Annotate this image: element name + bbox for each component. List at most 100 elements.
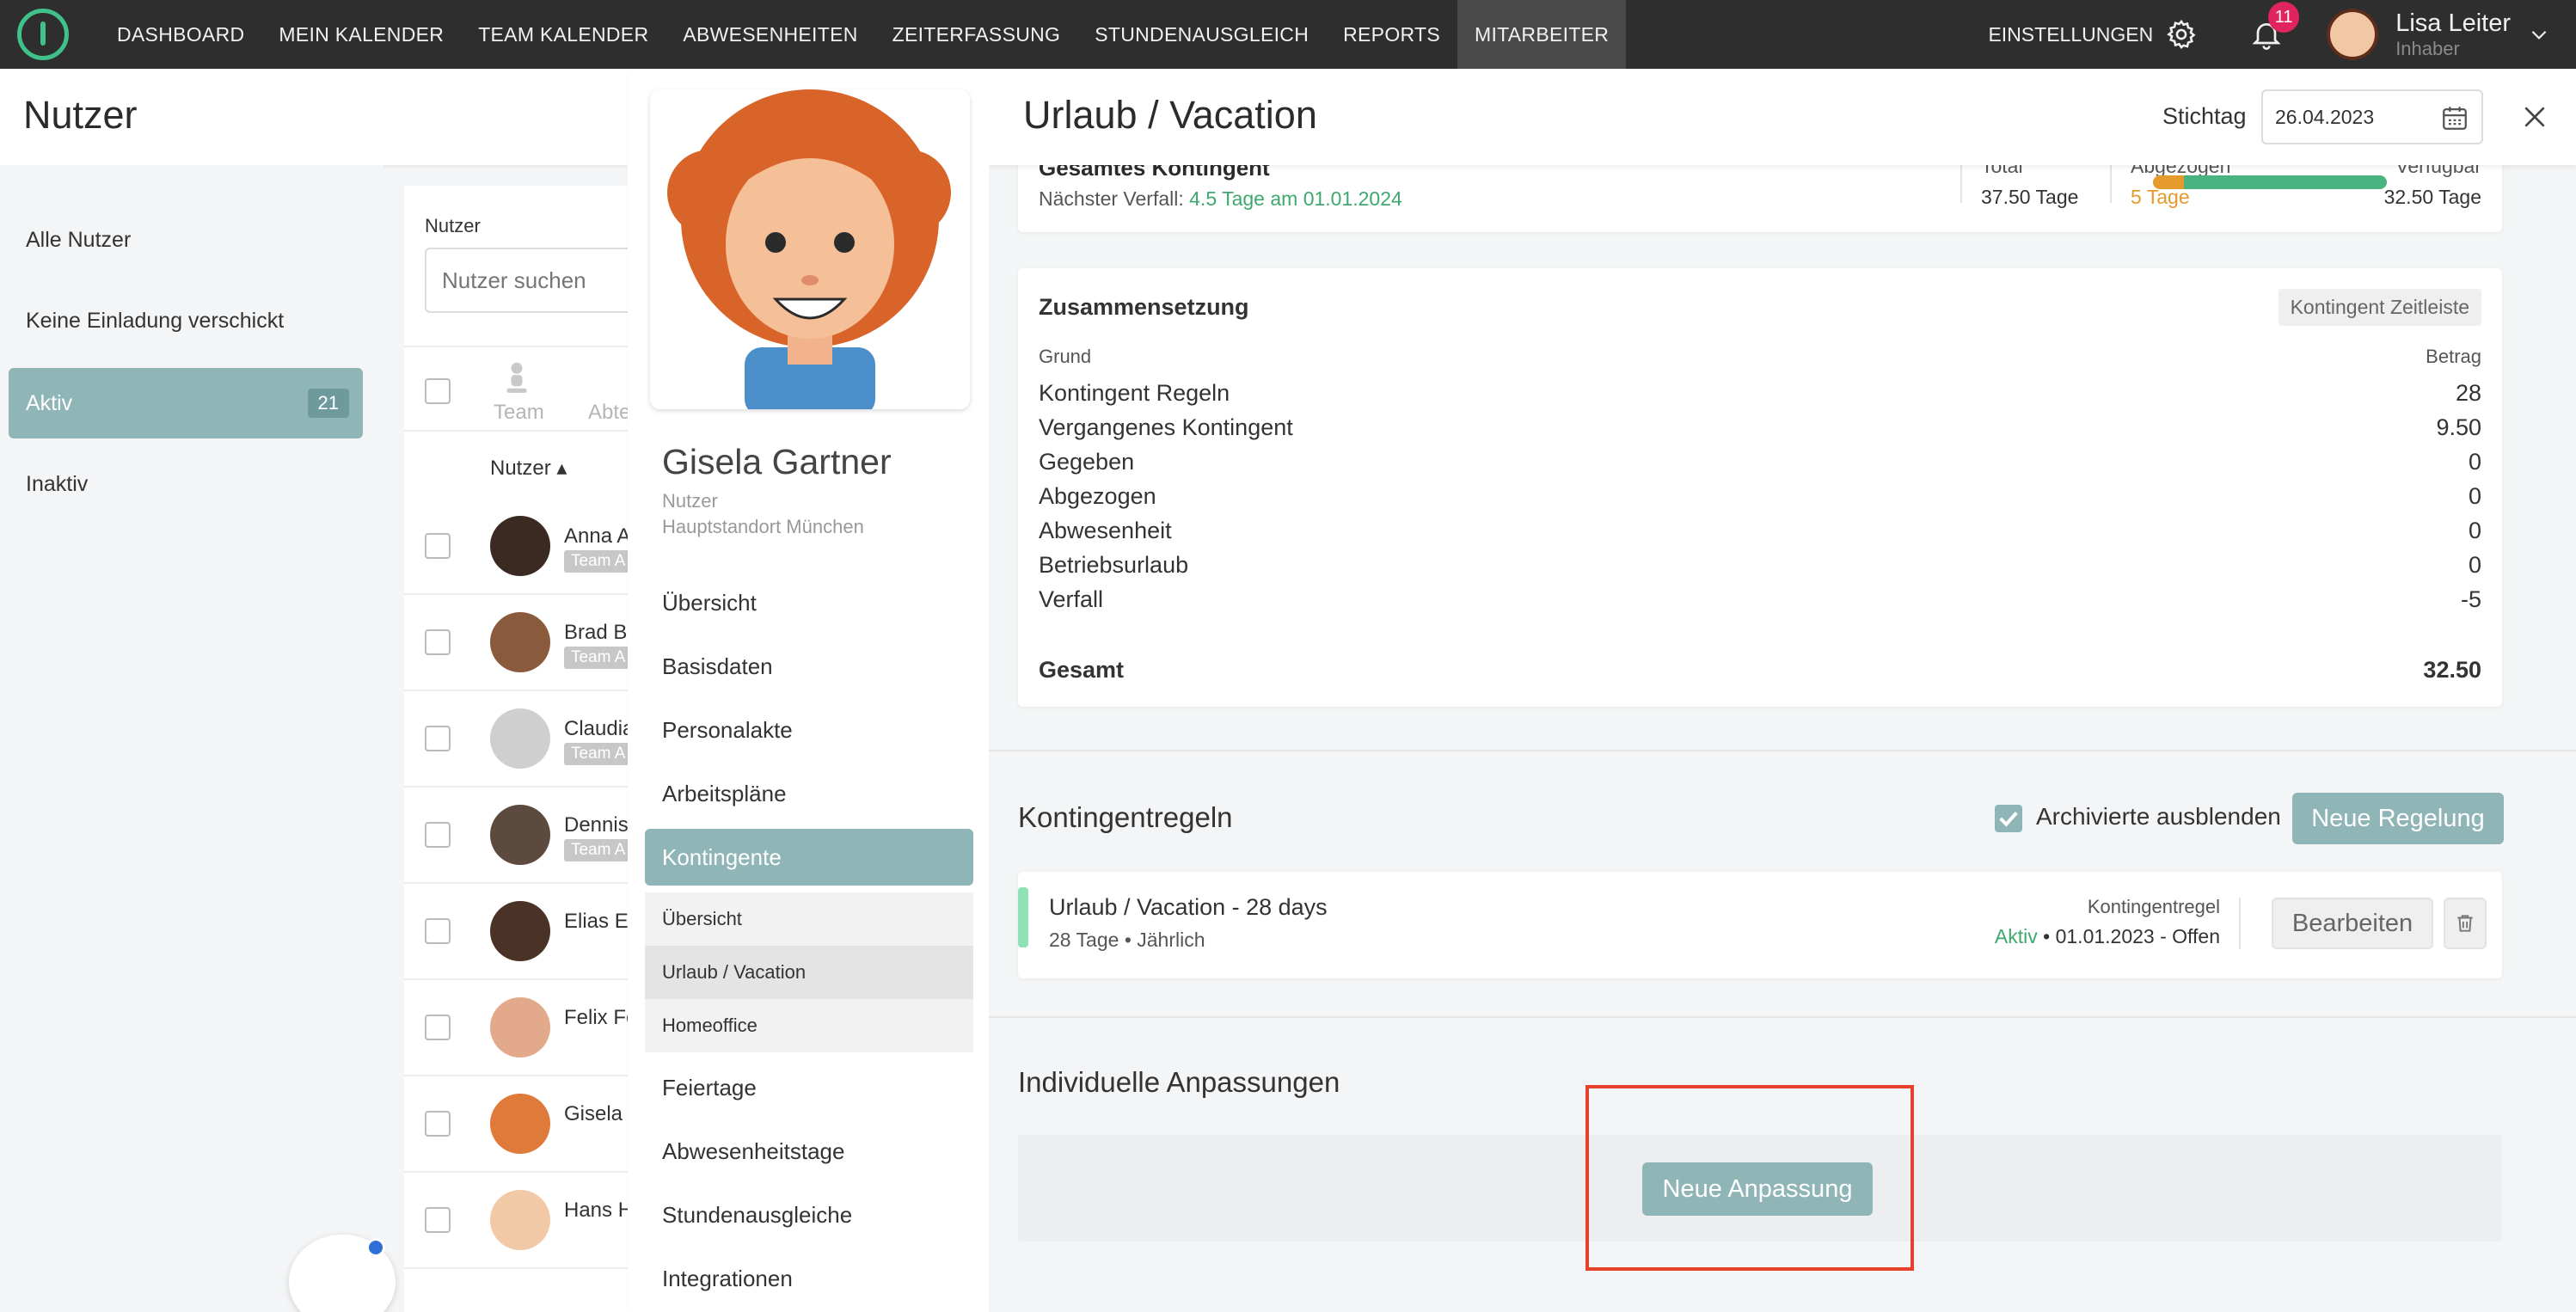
settings-button[interactable]: EINSTELLUNGEN: [1988, 18, 2198, 51]
composition-value: 0: [2468, 483, 2481, 509]
user-name: Elias Er: [564, 910, 635, 933]
adjustments-section-title: Individuelle Anpassungen: [1018, 1066, 1340, 1098]
composition-row: Betriebsurlaub 0: [1039, 552, 2481, 586]
search-input[interactable]: [425, 248, 662, 313]
nav-mitarbeiter[interactable]: MITARBEITER: [1457, 0, 1627, 69]
employee-menu-kontingente[interactable]: Kontingente: [645, 829, 973, 886]
employee-menu-abwesenheitstage[interactable]: Abwesenheitstage: [645, 1123, 973, 1180]
table-row[interactable]: Hans H: [404, 1173, 662, 1269]
filter-row: Team Abte: [404, 346, 662, 432]
notifications-button[interactable]: 11: [2249, 2, 2300, 52]
rule-status-bar: [1018, 887, 1028, 947]
sidebar-item-label: Inaktiv: [26, 471, 89, 496]
table-row[interactable]: Gisela: [404, 1076, 662, 1173]
available-value: 32.50 Tage: [2383, 186, 2481, 208]
composition-label: Vergangenes Kontingent: [1039, 414, 1293, 440]
sidebar-item-inaktiv[interactable]: Inaktiv: [9, 449, 363, 519]
table-row[interactable]: Claudia Team A: [404, 691, 662, 788]
page-title: Nutzer: [23, 93, 138, 137]
nav-mein-kalender[interactable]: MEIN KALENDER: [261, 0, 461, 69]
main-content: Gesamtes Kontingent Nächster Verfall: 4.…: [989, 69, 2576, 1312]
users-header: Nutzer: [0, 69, 628, 165]
composition-value: 28: [2455, 380, 2481, 406]
composition-label: Betriebsurlaub: [1039, 552, 1189, 578]
nav-reports[interactable]: REPORTS: [1326, 0, 1457, 69]
delete-rule-button[interactable]: [2444, 898, 2487, 949]
composition-value: -5: [2460, 586, 2481, 612]
stichtag-value: 26.04.2023: [2275, 105, 2375, 128]
kontingent-progress-bar: [2153, 175, 2387, 189]
rule-title: Urlaub / Vacation - 28 days: [1049, 894, 1328, 920]
composition-total-label: Gesamt: [1039, 657, 1125, 683]
employee-menu-personalakte[interactable]: Personalakte: [645, 702, 973, 758]
table-row[interactable]: Felix Fe: [404, 980, 662, 1076]
row-checkbox[interactable]: [425, 726, 451, 751]
composition-label: Gegeben: [1039, 449, 1135, 475]
nav-zeiterfassung[interactable]: ZEITERFASSUNG: [875, 0, 1078, 69]
employee-menu-uebersicht[interactable]: Übersicht: [645, 574, 973, 631]
section-divider: [989, 750, 2576, 751]
row-checkbox[interactable]: [425, 1111, 451, 1137]
team-badge: Team A: [564, 550, 633, 573]
next-expiry-label: Nächster Verfall:: [1039, 187, 1184, 210]
stichtag-date-input[interactable]: 26.04.2023: [2261, 89, 2483, 144]
employee-menu-basisdaten[interactable]: Basisdaten: [645, 638, 973, 695]
kontingente-submenu-urlaub[interactable]: Urlaub / Vacation: [645, 946, 973, 999]
table-row[interactable]: Brad Bo Team A: [404, 595, 662, 691]
new-rule-button[interactable]: Neue Regelung: [2292, 793, 2504, 844]
avatar: [490, 1094, 550, 1154]
employee-menu-integrationen[interactable]: Integrationen: [645, 1250, 973, 1307]
sidebar-item-alle-nutzer[interactable]: Alle Nutzer: [9, 205, 363, 275]
column-header-betrag: Betrag: [2426, 346, 2481, 367]
row-checkbox[interactable]: [425, 533, 451, 559]
close-icon[interactable]: [2521, 103, 2548, 131]
table-row[interactable]: Dennis Team A: [404, 788, 662, 884]
filter-team[interactable]: Team: [494, 401, 544, 425]
nav-abwesenheiten[interactable]: ABWESENHEITEN: [665, 0, 874, 69]
composition-title: Zusammensetzung: [1039, 294, 1249, 320]
row-checkbox[interactable]: [425, 918, 451, 944]
section-divider: [989, 1016, 2576, 1018]
employee-menu-feiertage[interactable]: Feiertage: [645, 1059, 973, 1116]
filter-abteilung[interactable]: Abte: [588, 401, 630, 425]
calendar-icon[interactable]: [2440, 103, 2469, 132]
composition-label: Abgezogen: [1039, 483, 1156, 509]
app-logo[interactable]: [17, 9, 69, 60]
highlight-box: [1585, 1085, 1914, 1271]
archive-checkbox[interactable]: [1995, 805, 2022, 832]
employee-menu-stundenausgleiche[interactable]: Stundenausgleiche: [645, 1186, 973, 1243]
nav-dashboard[interactable]: DASHBOARD: [100, 0, 261, 69]
rule-period: • 01.01.2023 - Offen: [2037, 925, 2220, 947]
employee-panel: Gisela Gartner Nutzer Hauptstandort Münc…: [628, 69, 989, 1312]
row-checkbox[interactable]: [425, 1015, 451, 1040]
help-notification-dot: [366, 1238, 385, 1257]
rule-type: Kontingentregel: [2087, 896, 2220, 917]
select-all-checkbox[interactable]: [425, 378, 451, 404]
column-header-user[interactable]: Nutzer ▴: [490, 456, 567, 481]
kontingente-submenu-uebersicht[interactable]: Übersicht: [645, 892, 973, 946]
employee-menu-arbeitsplaene[interactable]: Arbeitspläne: [645, 765, 973, 822]
composition-row: Vergangenes Kontingent 9.50: [1039, 414, 2481, 449]
main-header: Urlaub / Vacation Stichtag 26.04.2023: [989, 69, 2576, 165]
kontingent-timeline-button[interactable]: Kontingent Zeitleiste: [2278, 289, 2481, 326]
employee-name: Gisela Gartner: [662, 442, 892, 481]
composition-row: Kontingent Regeln 28: [1039, 380, 2481, 414]
rule-status-active: Aktiv: [1994, 925, 2038, 947]
avatar: [490, 516, 550, 576]
user-name: Hans H: [564, 1199, 634, 1222]
nav-team-kalender[interactable]: TEAM KALENDER: [461, 0, 665, 69]
table-row[interactable]: Anna A Team A: [404, 499, 662, 595]
row-checkbox[interactable]: [425, 629, 451, 655]
row-checkbox[interactable]: [425, 1207, 451, 1233]
user-menu[interactable]: Lisa Leiter Inhaber: [2327, 9, 2550, 60]
edit-rule-button[interactable]: Bearbeiten: [2272, 898, 2433, 949]
composition-value: 0: [2468, 552, 2481, 578]
sidebar-item-aktiv[interactable]: Aktiv 21: [9, 368, 363, 438]
table-row[interactable]: Elias Er: [404, 884, 662, 980]
sidebar-item-keine-einladung[interactable]: Keine Einladung verschickt: [9, 285, 363, 356]
user-list-panel: Nutzer Team Abte Nutzer ▴ Anna A Team A …: [404, 186, 662, 1312]
nav-stundenausgleich[interactable]: STUNDENAUSGLEICH: [1077, 0, 1326, 69]
users-sidebar: Alle Nutzer Keine Einladung verschickt A…: [0, 165, 383, 1312]
kontingente-submenu-homeoffice[interactable]: Homeoffice: [645, 999, 973, 1052]
row-checkbox[interactable]: [425, 822, 451, 848]
